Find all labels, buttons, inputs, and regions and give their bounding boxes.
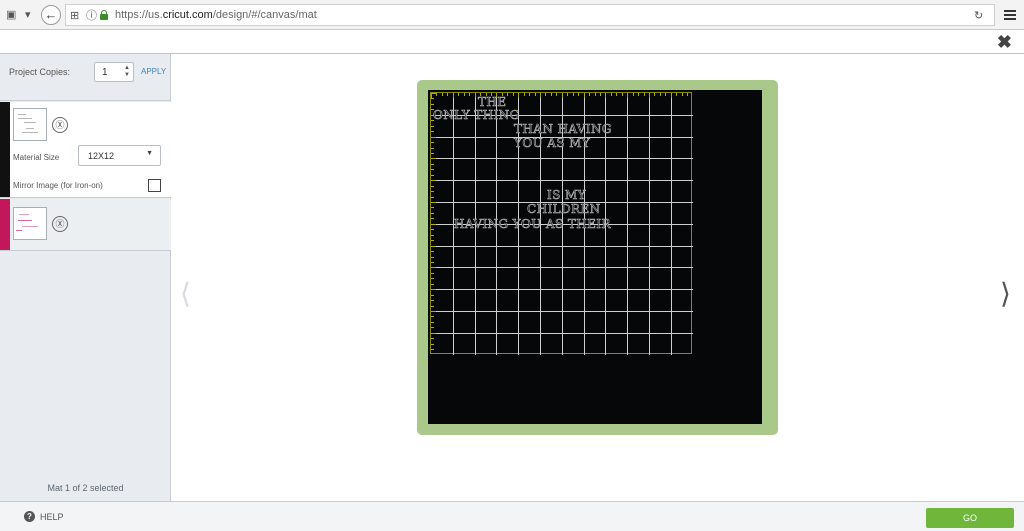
help-link[interactable]: HELP xyxy=(40,512,64,522)
mat-color-bar xyxy=(0,199,10,250)
previous-mat-icon[interactable]: ⟨ xyxy=(180,277,191,310)
project-copies-row: Project Copies: 1 ▲ ▼ APPLY xyxy=(0,54,171,101)
help-icon[interactable]: ? xyxy=(24,511,35,522)
chevron-down-icon: ▼ xyxy=(146,150,153,157)
design-text-line[interactable]: YOU AS MY xyxy=(514,136,590,151)
design-text-line[interactable]: HAVING YOU AS THEIR xyxy=(454,217,611,232)
mat-card-1[interactable]: Ⓧ Material Size 12X12 ▼ Mirror Image (fo… xyxy=(0,102,171,198)
design-text-line[interactable]: THE xyxy=(478,95,507,110)
bookmark-icon[interactable]: ⊞ xyxy=(70,1,79,31)
mat-preview-header: ✖ xyxy=(0,31,1024,54)
info-icon[interactable]: ⓘ xyxy=(86,1,97,31)
close-icon[interactable]: ✖ xyxy=(997,32,1012,53)
footer-bar: ? HELP GO xyxy=(0,501,1024,531)
design-text-line[interactable]: THAN HAVING xyxy=(514,122,612,137)
browser-menu-icon[interactable]: ▣ xyxy=(6,0,16,30)
go-to-mat-icon[interactable]: Ⓧ xyxy=(52,216,68,232)
lock-icon xyxy=(100,10,108,20)
address-bar[interactable]: ⊞ ⓘ https://us.cricut.com/design/#/canva… xyxy=(65,4,995,26)
url-text: https://us.cricut.com/design/#/canvas/ma… xyxy=(115,9,317,21)
refresh-icon[interactable]: ↻ xyxy=(974,1,983,31)
project-copies-label: Project Copies: xyxy=(9,67,71,77)
mat-selection-status: Mat 1 of 2 selected xyxy=(47,483,124,493)
mat-card-2[interactable]: Ⓧ xyxy=(0,199,171,251)
mirror-image-label: Mirror Image (for Iron-on) xyxy=(13,181,103,190)
go-to-mat-icon[interactable]: Ⓧ xyxy=(52,117,68,133)
design-text-line[interactable]: IS MY xyxy=(547,188,586,203)
next-mat-icon[interactable]: ⟩ xyxy=(1000,277,1011,310)
design-text-line[interactable]: ONLY THING xyxy=(433,108,520,123)
mat-color-bar xyxy=(0,102,10,197)
material-size-label: Material Size xyxy=(13,153,60,162)
material-size-select[interactable]: 12X12 ▼ xyxy=(78,145,161,166)
apply-button[interactable]: APPLY xyxy=(141,67,166,76)
mirror-image-checkbox[interactable] xyxy=(148,179,161,192)
design-text-line[interactable]: CHILDREN xyxy=(527,202,601,217)
hamburger-menu-icon[interactable] xyxy=(1004,10,1016,22)
mat-sidebar: Project Copies: 1 ▲ ▼ APPLY Ⓧ Material Si… xyxy=(0,54,171,501)
go-button[interactable]: GO xyxy=(926,508,1014,528)
browser-toolbar: ▣ ▾ ← ⊞ ⓘ https://us.cricut.com/design/#… xyxy=(0,0,1024,30)
back-arrow-icon: ← xyxy=(44,7,58,22)
project-copies-input[interactable]: 1 ▲ ▼ xyxy=(94,62,134,82)
mat-thumbnail[interactable] xyxy=(13,108,47,141)
stepper-arrows-icon[interactable]: ▲ ▼ xyxy=(124,65,130,79)
back-button[interactable]: ← xyxy=(41,5,61,25)
dropdown-arrow-icon[interactable]: ▾ xyxy=(25,0,31,30)
mat-thumbnail[interactable] xyxy=(13,207,47,240)
